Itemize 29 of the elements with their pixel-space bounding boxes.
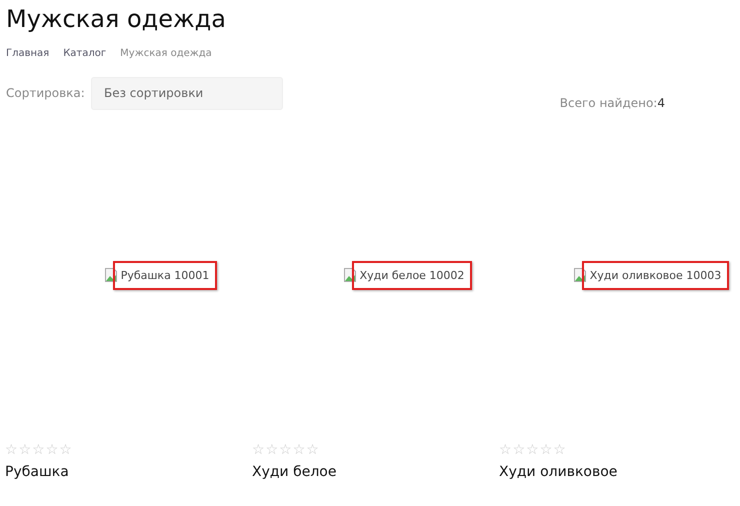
product-name[interactable]: Худи оливковое (499, 464, 734, 480)
breadcrumb-link[interactable]: Каталог (63, 48, 106, 59)
product-name[interactable]: Рубашка (5, 464, 247, 480)
sort-label: Сортировка: (6, 86, 86, 100)
page-title: Мужская одежда (6, 4, 227, 34)
empty-star-icon: ☆ (292, 442, 306, 458)
empty-star-icon: ☆ (59, 442, 72, 458)
empty-star-icon: ☆ (306, 442, 319, 458)
product-name[interactable]: Худи белое (252, 464, 494, 480)
empty-star-icon: ☆ (252, 442, 265, 458)
image-alt-text: Рубашка 10001 (112, 260, 218, 290)
sort-select[interactable]: Без сортировки (91, 76, 283, 110)
empty-star-icon: ☆ (266, 442, 278, 458)
image-alt-text: Худи оливковое 10003 (582, 260, 730, 290)
empty-star-icon: ☆ (32, 442, 45, 458)
empty-star-icon: ☆ (279, 442, 292, 458)
empty-star-icon: ☆ (526, 442, 539, 458)
empty-star-icon: ☆ (512, 442, 526, 458)
empty-star-icon: ☆ (5, 442, 18, 458)
empty-star-icon: ☆ (46, 442, 58, 458)
empty-star-icon: ☆ (499, 442, 512, 458)
empty-star-icon: ☆ (540, 442, 552, 458)
empty-star-icon: ☆ (553, 442, 566, 458)
found-count: 4 (657, 96, 665, 110)
image-alt-text: Худи белое 10002 (352, 260, 472, 290)
empty-star-icon: ☆ (18, 442, 32, 458)
found-label: Всего найдено: (560, 96, 658, 110)
breadcrumb-link[interactable]: Мужская одежда (120, 48, 212, 59)
breadcrumb-link[interactable]: Главная (6, 48, 50, 59)
